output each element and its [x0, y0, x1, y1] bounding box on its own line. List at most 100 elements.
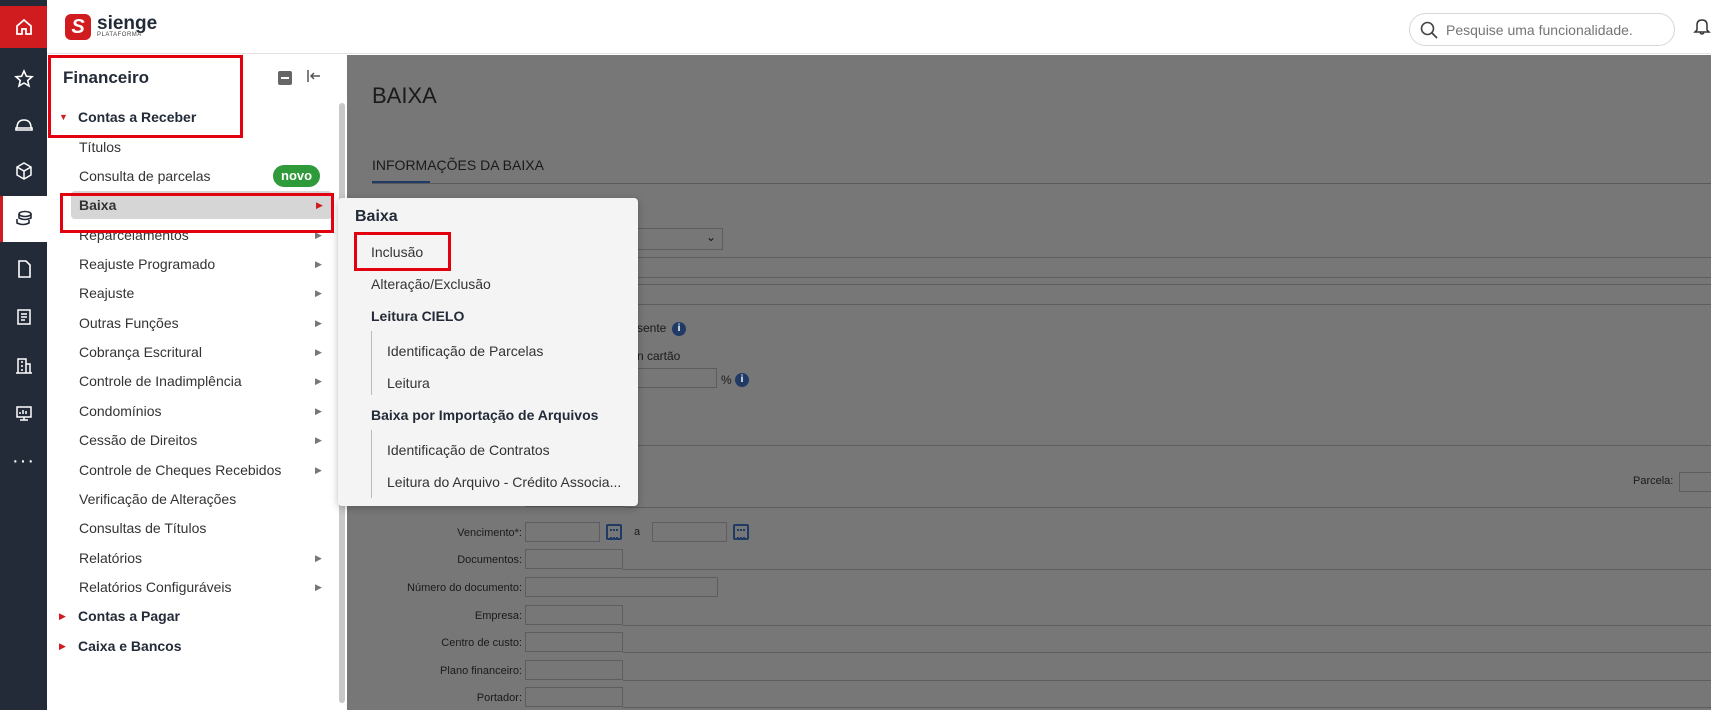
box-icon[interactable]	[0, 148, 47, 194]
chevron-right-icon: ▶	[315, 464, 322, 475]
type-select[interactable]: ⌄	[637, 228, 723, 250]
field-line	[637, 277, 1711, 278]
info-icon[interactable]: i	[672, 322, 686, 336]
sidebar-item-verificacao-alteracoes[interactable]: Verificação de Alterações	[47, 485, 337, 513]
sidebar-item-controle-inadimplencia[interactable]: Controle de Inadimplência ▶	[47, 367, 337, 395]
chevron-right-icon: ▶	[315, 258, 322, 269]
highlight-box	[354, 232, 451, 271]
more-icon[interactable]: ···	[0, 438, 47, 484]
sidebar-item-relatorios-configuraveis[interactable]: Relatórios Configuráveis ▶	[47, 573, 337, 601]
star-icon[interactable]	[0, 56, 47, 102]
chevron-right-icon: ▶	[315, 346, 322, 357]
sidebar-item-label: Títulos	[79, 139, 122, 155]
menu-item-alteracao-exclusao[interactable]: Alteração/Exclusão	[371, 276, 491, 292]
sidebar-item-reajuste-programado[interactable]: Reajuste Programado ▶	[47, 250, 337, 278]
sidebar-item-relatorios[interactable]: Relatórios ▶	[47, 544, 337, 572]
flyout-title: Baixa	[355, 208, 398, 225]
caret-right-icon: ▶	[59, 640, 66, 651]
calendar-icon[interactable]	[733, 524, 749, 540]
sidebar-group-caixa-bancos[interactable]: ▶ Caixa e Bancos	[47, 632, 337, 660]
chevron-right-icon: ▶	[315, 552, 322, 563]
sidebar-item-label: Verificação de Alterações	[79, 491, 237, 507]
highlight-box	[60, 193, 334, 233]
sidebar-item-consulta-parcelas[interactable]: Consulta de parcelas novo	[47, 162, 337, 190]
centro-custo-label: Centro de custo:	[441, 637, 522, 649]
info-icon[interactable]: i	[735, 373, 749, 387]
portador-code-input[interactable]	[525, 687, 623, 707]
home-icon[interactable]	[0, 6, 47, 48]
logo-text: sienge	[97, 13, 158, 34]
new-badge: novo	[273, 165, 321, 187]
document-icon[interactable]	[0, 246, 47, 292]
menu-item-leitura-arquivo[interactable]: Leitura do Arquivo - Crédito Associa...	[387, 474, 621, 490]
chevron-right-icon: ▶	[315, 434, 322, 445]
sidebar-group-label: Caixa e Bancos	[78, 638, 182, 654]
page-title: BAIXA	[372, 83, 437, 108]
parcela-input[interactable]	[1679, 472, 1711, 492]
search-box[interactable]	[1409, 13, 1675, 46]
tab-divider	[372, 183, 1711, 184]
bell-icon[interactable]	[1692, 16, 1711, 41]
sidebar-item-outras-funcoes[interactable]: Outras Funções ▶	[47, 309, 337, 337]
chevron-down-icon: ⌄	[705, 230, 716, 244]
monitor-icon[interactable]	[0, 390, 47, 436]
menu-group-leitura-cielo: Leitura CIELO	[371, 308, 465, 324]
building-icon[interactable]	[0, 342, 47, 388]
empresa-label: Empresa:	[474, 610, 522, 622]
documentos-desc-line	[623, 569, 1711, 570]
documentos-code-input[interactable]	[525, 549, 623, 569]
plano-financeiro-label: Plano financeiro:	[440, 665, 522, 677]
sidebar-item-cobranca-escritural[interactable]: Cobrança Escritural ▶	[47, 338, 337, 366]
chevron-right-icon: ▶	[315, 581, 322, 592]
collapse-sidebar-icon[interactable]	[306, 69, 322, 86]
field-line	[625, 507, 1711, 508]
report-icon[interactable]	[0, 294, 47, 340]
menu-group-baixa-importacao: Baixa por Importação de Arquivos	[371, 407, 599, 423]
sidebar-item-label: Consultas de Títulos	[79, 520, 207, 536]
empresa-desc-line	[623, 625, 1711, 626]
collapse-all-icon[interactable]	[278, 71, 292, 85]
chevron-right-icon: ▶	[315, 375, 322, 386]
menu-item-identificacao-parcelas[interactable]: Identificação de Parcelas	[387, 343, 543, 359]
sidebar-item-label: Relatórios Configuráveis	[79, 579, 232, 595]
empresa-code-input[interactable]	[525, 605, 623, 625]
menu-item-leitura[interactable]: Leitura	[387, 375, 430, 391]
sidebar-item-condominios[interactable]: Condomínios ▶	[47, 397, 337, 425]
sidebar-item-controle-cheques[interactable]: Controle de Cheques Recebidos ▶	[47, 456, 337, 484]
date-separator: a	[634, 526, 641, 538]
portador-label: Portador:	[476, 692, 522, 704]
caret-right-icon: ▶	[59, 610, 66, 621]
app-rail: ···	[0, 0, 47, 710]
top-header: S sienge PLATAFORMA	[47, 0, 1711, 54]
plano-financeiro-code-input[interactable]	[525, 660, 623, 680]
sidebar: Financeiro ▼ Contas a Receber Títulos Co…	[47, 55, 347, 710]
search-input[interactable]	[1446, 21, 1656, 38]
centro-custo-code-input[interactable]	[525, 632, 623, 652]
highlight-box	[48, 55, 243, 138]
tab-informacoes-baixa[interactable]: INFORMAÇÕES DA BAIXA	[372, 157, 544, 173]
vencimento-from-input[interactable]	[525, 522, 600, 542]
partial-label: n cartão	[637, 349, 681, 363]
sidebar-item-label: Controle de Inadimplência	[79, 373, 242, 389]
numero-documento-label: Número do documento:	[407, 582, 522, 594]
calendar-icon[interactable]	[606, 524, 622, 540]
coins-icon[interactable]	[0, 196, 47, 242]
vencimento-to-input[interactable]	[652, 522, 727, 542]
menu-item-identificacao-contratos[interactable]: Identificação de Contratos	[387, 442, 550, 458]
hardhat-icon[interactable]	[0, 102, 47, 148]
field-line	[637, 304, 1711, 305]
percent-input[interactable]	[637, 368, 717, 388]
sienge-logo[interactable]: S sienge PLATAFORMA	[65, 14, 157, 40]
numero-documento-input[interactable]	[525, 577, 718, 597]
sidebar-item-label: Reajuste Programado	[79, 256, 216, 272]
portador-desc-line	[623, 707, 1711, 708]
sidebar-item-label: Condomínios	[79, 403, 162, 419]
vencimento-label: Vencimento*:	[457, 527, 522, 539]
sidebar-group-label: Contas a Pagar	[78, 608, 180, 624]
sidebar-item-reajuste[interactable]: Reajuste ▶	[47, 279, 337, 307]
sidebar-group-contas-pagar[interactable]: ▶ Contas a Pagar	[47, 602, 337, 630]
percent-sign: %	[721, 373, 732, 387]
sidebar-item-label: Reajuste	[79, 285, 135, 301]
sidebar-item-consultas-titulos[interactable]: Consultas de Títulos	[47, 514, 337, 542]
sidebar-item-cessao-direitos[interactable]: Cessão de Direitos ▶	[47, 426, 337, 454]
